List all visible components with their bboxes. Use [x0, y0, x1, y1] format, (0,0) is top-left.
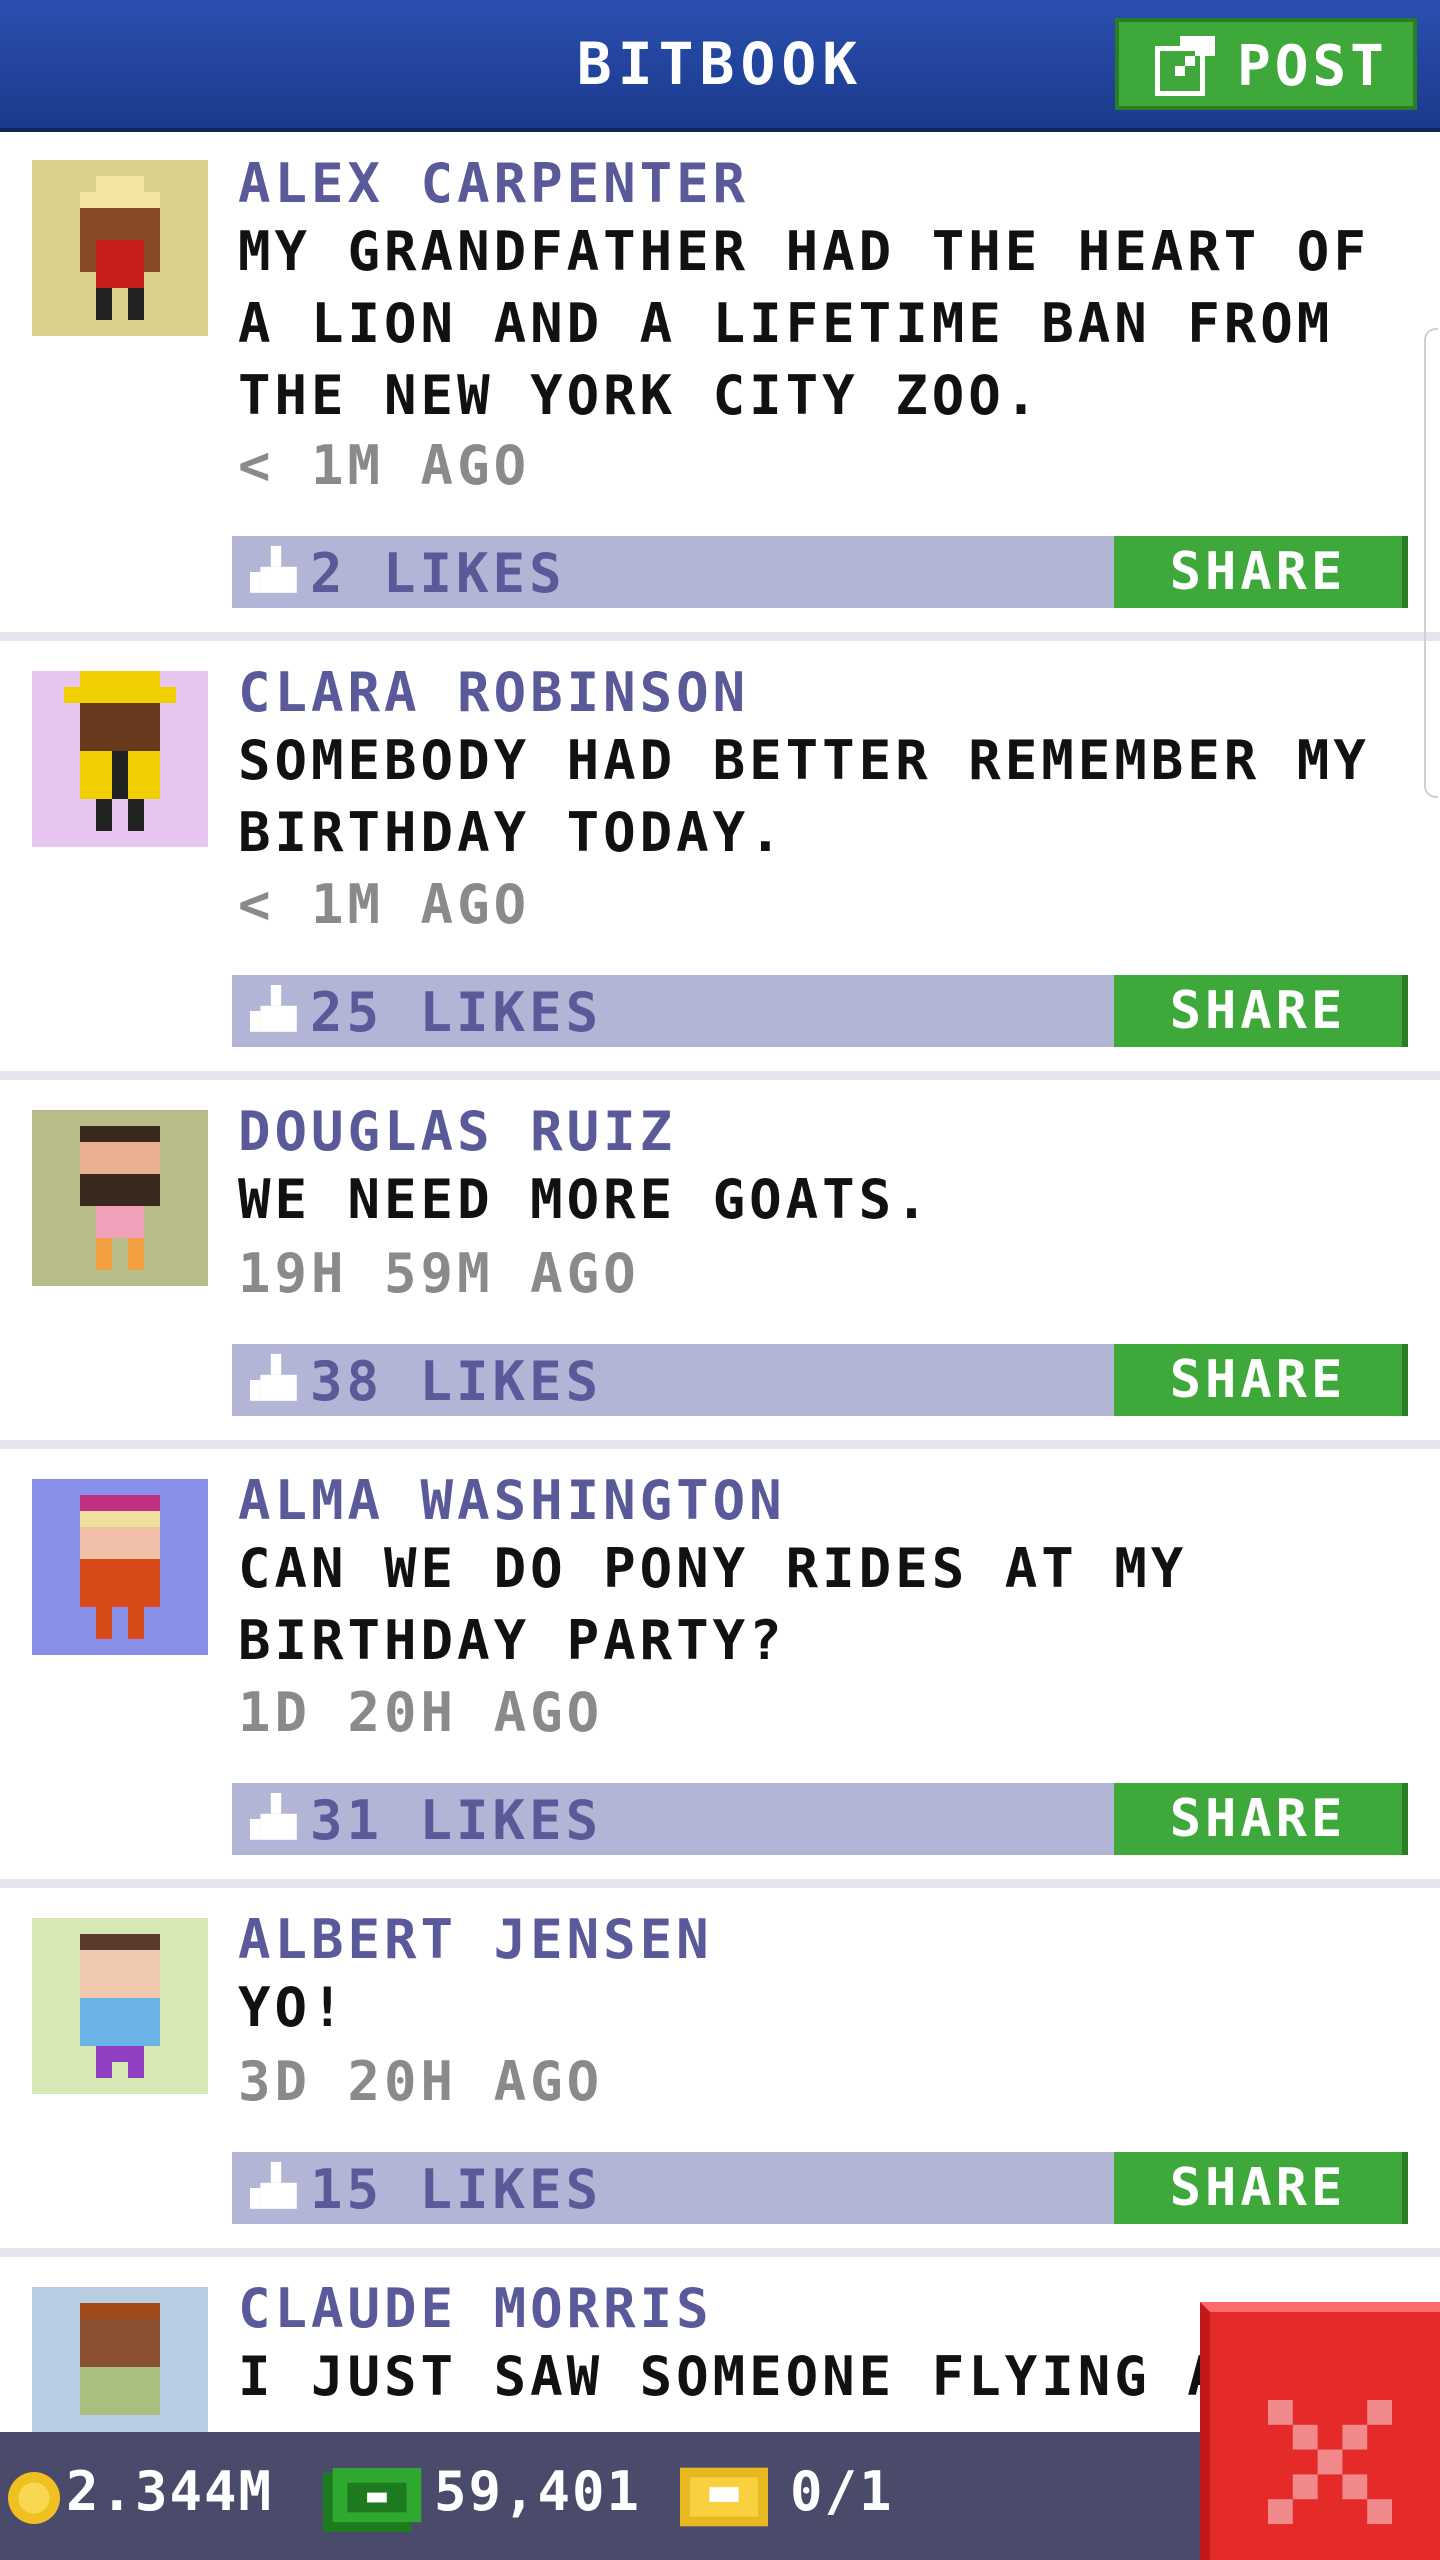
post-message: WE NEED MORE GOATS.: [238, 1168, 932, 1231]
likes-count: 25 LIKES: [310, 981, 603, 1044]
post-message: SOMEBODY HAD BETTER REMEMBER MY BIRTHDAY…: [238, 729, 1370, 864]
thumbs-up-icon: [250, 2162, 297, 2209]
coins-value: 2.344M: [66, 2460, 274, 2523]
post-author[interactable]: CLAUDE MORRIS: [238, 2277, 713, 2340]
post-author[interactable]: ALEX CARPENTER: [238, 152, 749, 215]
scrollbar[interactable]: [1424, 328, 1438, 798]
post-timestamp: 3D 20H AGO: [238, 2050, 604, 2113]
edit-icon: [1155, 36, 1215, 96]
like-bar[interactable]: 25 LIKES SHARE: [232, 975, 1408, 1047]
thumbs-up-icon: [250, 1354, 297, 1401]
app-header: BITBOOK POST: [0, 0, 1440, 132]
likes-count: 38 LIKES: [310, 1350, 603, 1413]
post-timestamp: < 1M AGO: [238, 873, 531, 936]
feed-post: ALEX CARPENTER MY GRANDFATHER HAD THE HE…: [0, 132, 1440, 641]
coin-icon: [8, 2472, 60, 2524]
likes-count: 2 LIKES: [310, 542, 566, 605]
feed-post: ALBERT JENSEN YO! 3D 20H AGO 15 LIKES SH…: [0, 1888, 1440, 2257]
post-author[interactable]: ALMA WASHINGTON: [238, 1469, 786, 1532]
likes-count: 15 LIKES: [310, 2158, 603, 2221]
share-button[interactable]: SHARE: [1114, 536, 1408, 608]
likes-count: 31 LIKES: [310, 1789, 603, 1852]
post-button-label: POST: [1237, 34, 1388, 99]
person-avatar-icon: [32, 671, 208, 847]
person-avatar-icon: [32, 1918, 208, 2094]
feed-post: CLARA ROBINSON SOMEBODY HAD BETTER REMEM…: [0, 641, 1440, 1080]
tickets-value: 0/1: [790, 2460, 894, 2523]
share-button[interactable]: SHARE: [1114, 975, 1408, 1047]
post-timestamp: < 1M AGO: [238, 434, 531, 497]
person-avatar-icon: [32, 1479, 208, 1655]
avatar[interactable]: [32, 671, 208, 847]
feed-post: DOUGLAS RUIZ WE NEED MORE GOATS. 19H 59M…: [0, 1080, 1440, 1449]
like-bar[interactable]: 2 LIKES SHARE: [232, 536, 1408, 608]
like-bar[interactable]: 38 LIKES SHARE: [232, 1344, 1408, 1416]
post-message: CAN WE DO PONY RIDES AT MY BIRTHDAY PART…: [238, 1537, 1188, 1672]
person-avatar-icon: [32, 1110, 208, 1286]
feed-post: ALMA WASHINGTON CAN WE DO PONY RIDES AT …: [0, 1449, 1440, 1888]
thumbs-up-icon: [250, 546, 297, 593]
like-bar[interactable]: 15 LIKES SHARE: [232, 2152, 1408, 2224]
post-timestamp: 1D 20H AGO: [238, 1681, 604, 1744]
share-button[interactable]: SHARE: [1114, 2152, 1408, 2224]
person-avatar-icon: [32, 160, 208, 336]
share-button[interactable]: SHARE: [1114, 1783, 1408, 1855]
avatar[interactable]: [32, 1918, 208, 2094]
bux-value: 59,401: [434, 2460, 642, 2523]
avatar[interactable]: [32, 160, 208, 336]
post-message: YO!: [238, 1976, 348, 2039]
avatar[interactable]: [32, 1110, 208, 1286]
avatar[interactable]: [32, 1479, 208, 1655]
ticket-icon: [680, 2467, 768, 2527]
bux-icon: [322, 2468, 422, 2532]
post-button[interactable]: POST: [1115, 18, 1417, 110]
close-button[interactable]: [1200, 2302, 1440, 2560]
post-message: MY GRANDFATHER HAD THE HEART OF A LION A…: [238, 220, 1370, 427]
post-author[interactable]: ALBERT JENSEN: [238, 1908, 713, 1971]
thumbs-up-icon: [250, 985, 297, 1032]
post-message: I JUST SAW SOMEONE FLYING A: [238, 2345, 1224, 2408]
post-timestamp: 19H 59M AGO: [238, 1242, 640, 1305]
share-button[interactable]: SHARE: [1114, 1344, 1408, 1416]
thumbs-up-icon: [250, 1793, 297, 1840]
post-author[interactable]: CLARA ROBINSON: [238, 661, 749, 724]
like-bar[interactable]: 31 LIKES SHARE: [232, 1783, 1408, 1855]
post-author[interactable]: DOUGLAS RUIZ: [238, 1100, 676, 1163]
close-icon: [1268, 2400, 1392, 2524]
